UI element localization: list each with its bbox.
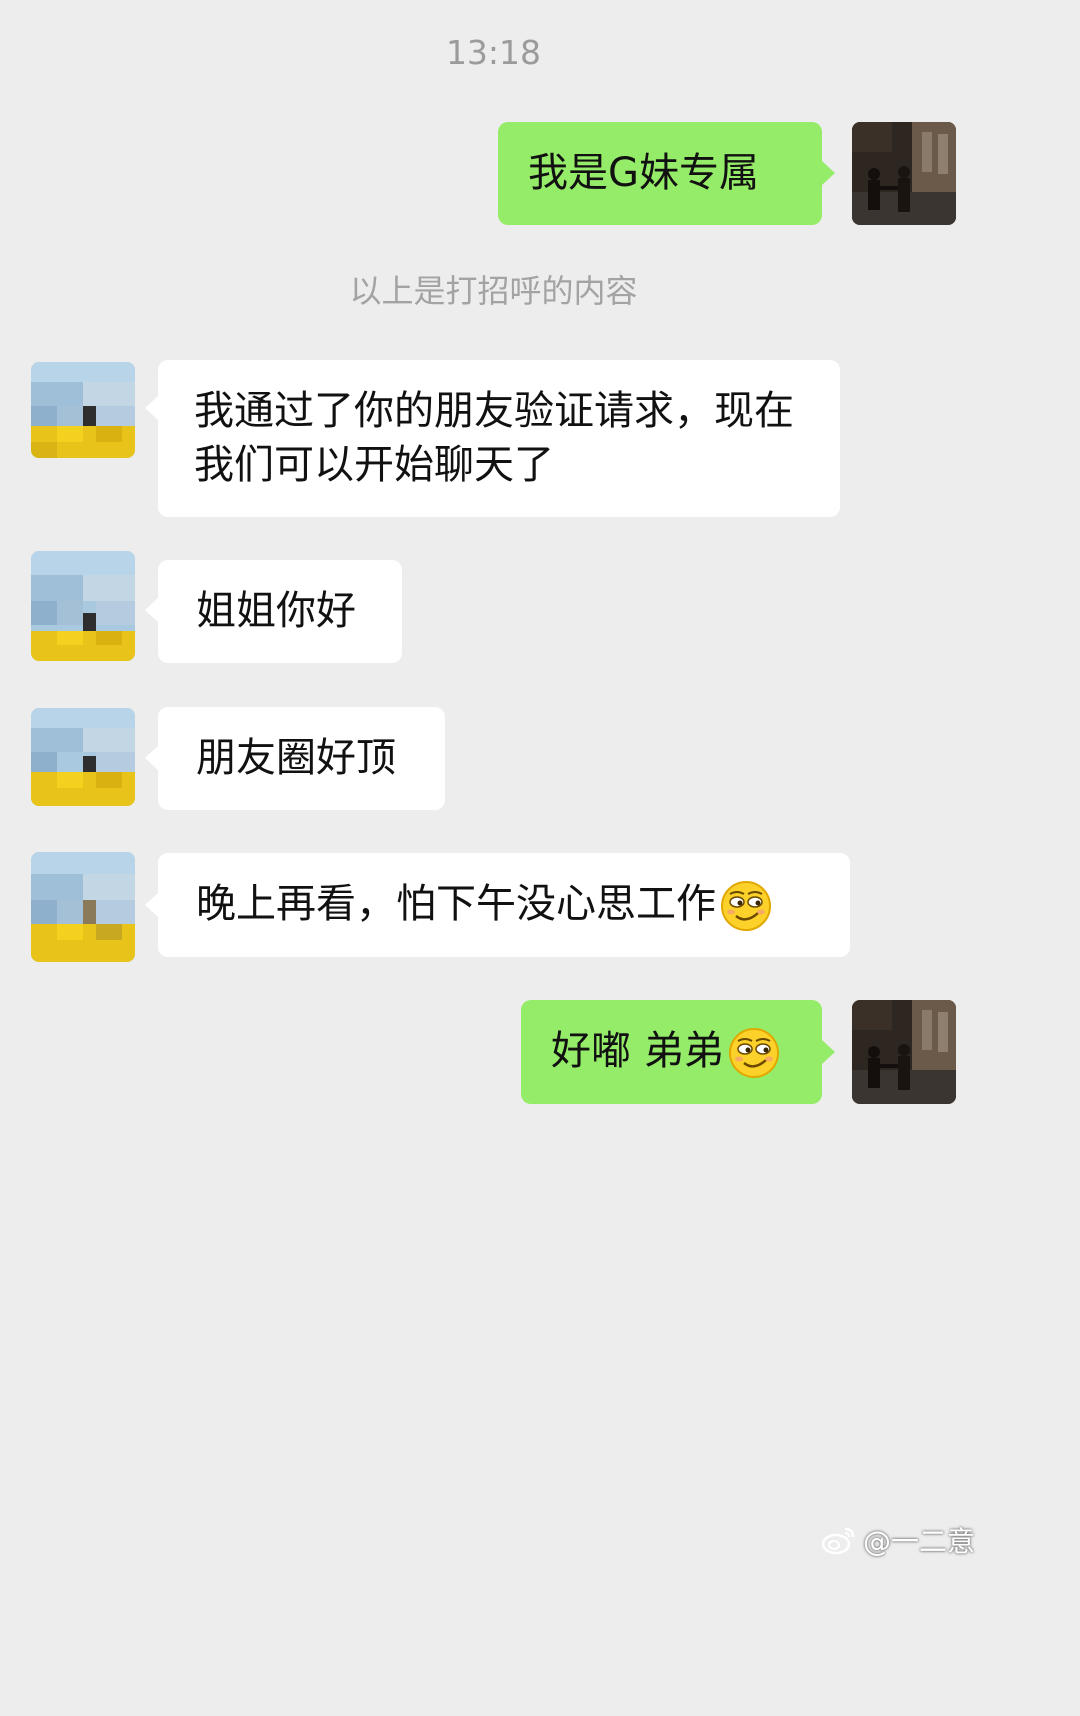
outgoing-message-bubble[interactable]: 好嘟 弟弟 xyxy=(521,1000,822,1104)
outgoing-message-bubble[interactable]: 我是G妹专属 xyxy=(498,122,822,225)
message-text: 好嘟 弟弟 xyxy=(551,1028,724,1074)
my-avatar[interactable] xyxy=(852,122,956,225)
bubble-tail xyxy=(145,893,158,917)
bubble-tail xyxy=(145,396,158,420)
pixelated-avatar-icon xyxy=(31,551,135,661)
weibo-logo-icon xyxy=(821,1527,855,1555)
message-text: 姐姐你好 xyxy=(196,588,356,634)
bubble-tail xyxy=(145,598,158,622)
incoming-message-bubble[interactable]: 朋友圈好顶 xyxy=(158,707,445,810)
incoming-message-bubble[interactable]: 姐姐你好 xyxy=(158,560,402,663)
incoming-message-bubble[interactable]: 我通过了你的朋友验证请求，现在我们可以开始聊天了 xyxy=(158,360,840,517)
message-text: 我是G妹专属 xyxy=(528,150,759,196)
weibo-watermark: @一二意 xyxy=(821,1520,975,1560)
contact-avatar[interactable] xyxy=(31,551,135,661)
system-notice: 以上是打招呼的内容 xyxy=(349,272,638,310)
contact-avatar[interactable] xyxy=(31,852,135,962)
contact-avatar[interactable] xyxy=(31,362,135,458)
message-text: 朋友圈好顶 xyxy=(196,735,396,781)
bubble-tail xyxy=(145,746,158,770)
pixelated-avatar-icon xyxy=(31,852,135,962)
avatar-photo-icon xyxy=(852,1000,956,1104)
avatar-photo-icon xyxy=(852,122,956,225)
message-text: 我通过了你的朋友验证请求，现在我们可以开始聊天了 xyxy=(194,388,794,488)
smirk-emoji-icon xyxy=(728,1027,780,1079)
message-text: 晚上再看，怕下午没心思工作 xyxy=(196,881,716,927)
contact-avatar[interactable] xyxy=(31,708,135,806)
smirk-emoji-icon xyxy=(720,880,772,932)
watermark-text: @一二意 xyxy=(862,1525,975,1558)
pixelated-avatar-icon xyxy=(31,708,135,806)
bubble-tail xyxy=(822,161,835,185)
bubble-tail xyxy=(822,1040,835,1064)
pixelated-avatar-icon xyxy=(31,362,135,458)
chat-timestamp: 13:18 xyxy=(445,33,542,72)
incoming-message-bubble[interactable]: 晚上再看，怕下午没心思工作 xyxy=(158,853,850,957)
my-avatar[interactable] xyxy=(852,1000,956,1104)
